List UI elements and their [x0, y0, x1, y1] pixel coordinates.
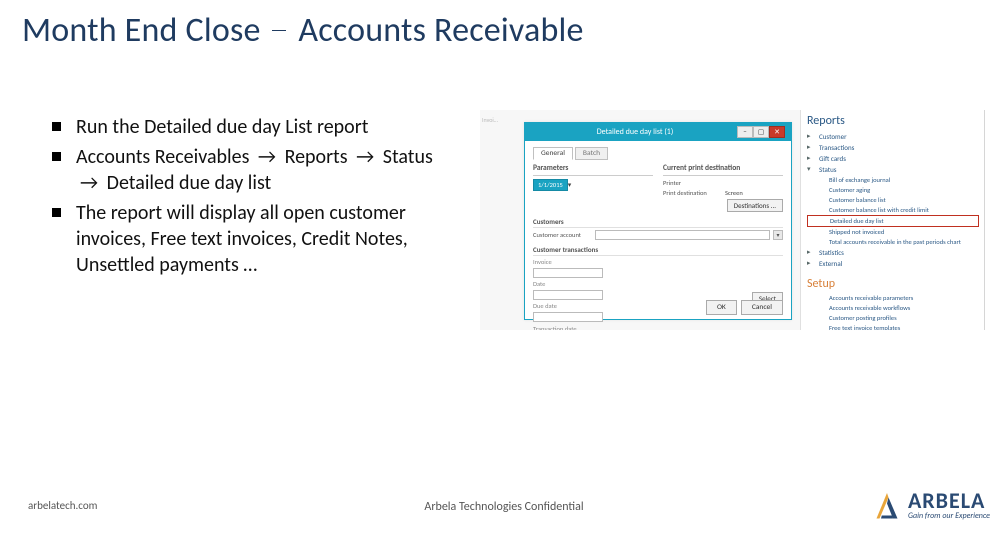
group-status[interactable]: Status	[807, 164, 979, 175]
report-item[interactable]: Shipped not invoiced	[807, 227, 979, 237]
customer-account-label: Customer account	[533, 231, 591, 239]
report-item[interactable]: Total accounts receivable in the past pe…	[807, 237, 979, 247]
group-statistics[interactable]: Statistics	[807, 247, 979, 258]
tab-batch[interactable]: Batch	[575, 147, 608, 160]
logo-tagline: Gain from our Experience	[908, 512, 990, 520]
report-item[interactable]: Customer balance list	[807, 195, 979, 205]
group-external[interactable]: External	[807, 258, 979, 269]
bullet-1: Run the Detailed due day List report	[52, 114, 462, 140]
logo-mark-icon	[872, 490, 902, 520]
report-item[interactable]: Customer balance list with credit limit	[807, 205, 979, 215]
dialog-window: . Detailed due day list (1) – ▢ ✕ Genera…	[524, 122, 792, 320]
reports-tree: Customer Transactions Gift cards Status …	[807, 131, 979, 269]
date-input[interactable]	[533, 290, 603, 300]
cancel-button[interactable]: Cancel	[741, 300, 783, 315]
print-destination-heading: Current print destination	[663, 164, 783, 176]
setup-item[interactable]: Accounts receivable parameters	[807, 293, 979, 303]
parameters-heading: Parameters	[533, 164, 653, 176]
bullet-2-p0: Accounts Receivables	[76, 145, 249, 169]
invoice-input[interactable]	[533, 268, 603, 278]
group-transactions[interactable]: Transactions	[807, 142, 979, 153]
setup-item[interactable]: Customer posting profiles	[807, 313, 979, 323]
report-item[interactable]: Customer aging	[807, 185, 979, 195]
duedate-label: Due date	[533, 302, 648, 310]
group-customer[interactable]: Customer	[807, 131, 979, 142]
slide: Month End Close Accounts Receivable Run …	[0, 0, 1008, 540]
arrow-icon: →	[352, 144, 378, 170]
customer-transactions-heading: Customer transactions	[533, 245, 783, 256]
bullet-2-p2: Status	[383, 145, 433, 169]
title-part-a: Month End Close	[22, 10, 261, 51]
date-dropdown-icon[interactable]: ▾	[568, 180, 572, 189]
title-dash	[272, 30, 286, 31]
print-destination-section: Current print destination Printer Print …	[663, 164, 783, 212]
customers-heading: Customers	[533, 217, 783, 228]
arrow-icon: →	[254, 144, 280, 170]
setup-list: Accounts receivable parameters Accounts …	[807, 293, 979, 330]
bullet-list: Run the Detailed due day List report Acc…	[52, 114, 462, 282]
invoice-label: Invoice	[533, 258, 648, 266]
bullet-2-p1: Reports	[285, 145, 348, 169]
dialog-tabs: General Batch	[533, 147, 783, 160]
reports-heading: Reports	[807, 114, 979, 128]
setup-item[interactable]: Free text invoice templates	[807, 323, 979, 330]
bullet-3: The report will display all open custome…	[52, 200, 462, 278]
maximize-button[interactable]: ▢	[753, 126, 769, 138]
reports-pane: Reports Customer Transactions Gift cards…	[800, 110, 985, 330]
background-blur: Invoi…	[482, 116, 522, 172]
report-item[interactable]: Bill of exchange journal	[807, 175, 979, 185]
criteria-date-value[interactable]: 1/1/2015	[533, 179, 568, 191]
report-item-highlighted[interactable]: Detailed due day list	[807, 215, 979, 227]
transaction-date-label: Transaction date	[533, 325, 577, 330]
bullet-3-text: The report will display all open custome…	[76, 201, 408, 277]
logo: ARBELA Gain from our Experience	[872, 490, 990, 520]
customer-account-input[interactable]	[595, 230, 770, 240]
duedate-input[interactable]	[533, 312, 603, 322]
dialog-footer: OK Cancel	[706, 300, 783, 315]
window-buttons: – ▢ ✕	[737, 126, 785, 138]
bullet-2-p3: Detailed due day list	[107, 171, 272, 195]
lookup-icon[interactable]: ▾	[773, 230, 783, 240]
footer-confidential: Arbela Technologies Confidential	[0, 500, 1008, 514]
printer-label: Printer	[663, 179, 721, 187]
bullet-2: Accounts Receivables → Reports → Status …	[52, 144, 462, 196]
close-button[interactable]: ✕	[769, 126, 785, 138]
setup-heading: Setup	[807, 277, 979, 291]
bullet-1-text: Run the Detailed due day List report	[76, 115, 368, 139]
title-part-b: Accounts Receivable	[298, 10, 583, 51]
minimize-button[interactable]: –	[737, 126, 753, 138]
logo-text-wrap: ARBELA Gain from our Experience	[908, 490, 990, 520]
embedded-screenshot: Invoi… . Detailed due day list (1) – ▢ ✕…	[480, 110, 985, 330]
print-destination-value: Screen	[725, 189, 743, 197]
slide-title: Month End Close Accounts Receivable	[22, 10, 584, 51]
setup-item[interactable]: Accounts receivable workflows	[807, 303, 979, 313]
group-giftcards[interactable]: Gift cards	[807, 153, 979, 164]
print-destination-label: Print destination	[663, 189, 721, 197]
arrow-icon: →	[76, 170, 102, 196]
tab-general[interactable]: General	[533, 147, 573, 160]
dialog-titlebar: . Detailed due day list (1) – ▢ ✕	[525, 123, 791, 141]
destinations-button[interactable]: Destinations ...	[727, 199, 783, 212]
dialog-body: General Batch Parameters 1/1/2015▾ Curre…	[525, 141, 791, 324]
logo-text: ARBELA	[908, 490, 990, 512]
parameters-section: Parameters 1/1/2015▾	[533, 164, 653, 212]
date-label: Date	[533, 280, 648, 288]
dialog-title-text: Detailed due day list (1)	[597, 123, 674, 141]
ok-button[interactable]: OK	[706, 300, 737, 315]
